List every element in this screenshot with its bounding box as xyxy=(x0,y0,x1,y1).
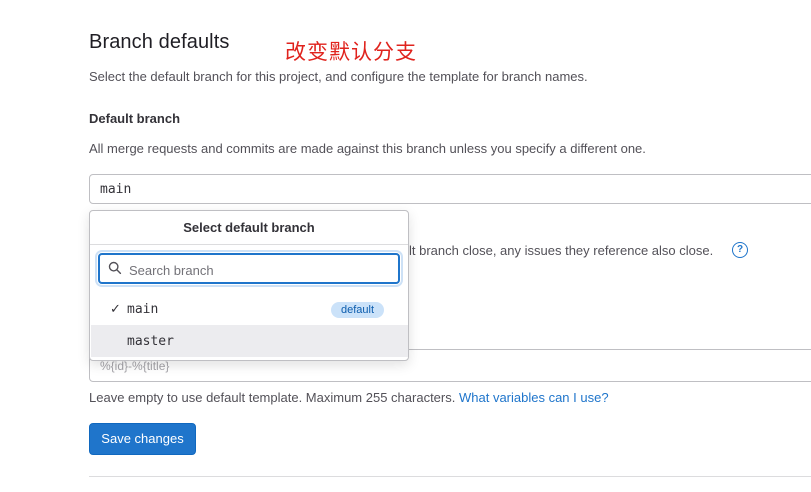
section-divider xyxy=(89,476,811,477)
default-branch-selector[interactable] xyxy=(89,174,811,204)
default-branch-value: main xyxy=(100,182,132,197)
annotation-text: 改变默认分支 xyxy=(285,40,417,64)
question-circle-icon[interactable]: ? xyxy=(732,242,748,258)
branch-search-input[interactable]: Search branch xyxy=(98,253,400,284)
dropdown-item-main[interactable]: ✓ main default xyxy=(91,293,408,325)
branch-name-template-placeholder: %{id}-%{title} xyxy=(100,359,170,373)
checkmark-icon: ✓ xyxy=(110,301,121,316)
search-placeholder: Search branch xyxy=(129,263,214,278)
save-changes-button[interactable]: Save changes xyxy=(89,423,196,455)
dropdown-item-label: main xyxy=(127,302,159,317)
branch-name-template-help: Leave empty to use default template. Max… xyxy=(89,390,609,405)
branch-dropdown: Select default branch Search branch ✓ ma… xyxy=(89,210,409,361)
default-branch-help: All merge requests and commits are made … xyxy=(89,141,646,156)
section-description: Select the default branch for this proje… xyxy=(89,69,588,84)
default-branch-label: Default branch xyxy=(89,111,181,126)
auto-close-help-text: lt branch close, any issues they referen… xyxy=(409,243,714,258)
template-help-text: Leave empty to use default template. Max… xyxy=(89,390,456,405)
dropdown-item-master[interactable]: master xyxy=(91,325,408,357)
search-icon xyxy=(108,261,122,275)
dropdown-header: Select default branch xyxy=(90,211,408,245)
dropdown-item-label: master xyxy=(127,334,174,349)
section-title: Branch defaults xyxy=(89,31,230,53)
variables-help-link[interactable]: What variables can I use? xyxy=(459,390,609,405)
default-badge: default xyxy=(331,302,384,318)
